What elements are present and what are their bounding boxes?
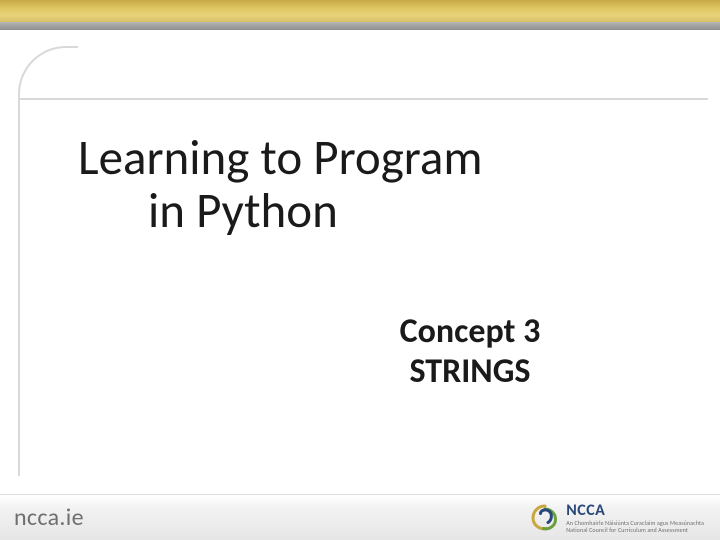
- ncca-swirl-icon: [530, 503, 560, 533]
- frame-left-rule: [18, 100, 20, 476]
- subtitle-line-1: Concept 3: [320, 312, 620, 352]
- ncca-logo: NCCA An Chomhairle Náisiúnta Curaclaim a…: [530, 503, 704, 533]
- ncca-fullname-en: National Council for Curriculum and Asse…: [566, 527, 704, 533]
- subtitle-line-2: STRINGS: [320, 352, 620, 392]
- frame-top-rule: [18, 98, 708, 100]
- title-line-1: Learning to Program: [78, 132, 598, 185]
- title-line-2: in Python: [78, 185, 598, 238]
- footer-logo-area: NCCA An Chomhairle Náisiúnta Curaclaim a…: [530, 503, 704, 533]
- ncca-fullname-ga: An Chomhairle Náisiúnta Curaclaim agus M…: [566, 520, 704, 526]
- ncca-abbr: NCCA: [566, 503, 704, 519]
- footer-site-text: ncca.ie: [14, 503, 84, 532]
- footer-bar: ncca.ie NCCA An Chomhairle Náisiúnta Cur…: [0, 494, 720, 540]
- slide-subtitle: Concept 3 STRINGS: [320, 312, 620, 392]
- ncca-text: NCCA An Chomhairle Náisiúnta Curaclaim a…: [566, 503, 704, 533]
- slide: Learning to Program in Python Concept 3 …: [0, 0, 720, 540]
- top-accent-band: [0, 0, 720, 22]
- slide-title: Learning to Program in Python: [78, 132, 598, 238]
- frame-corner: [18, 46, 78, 106]
